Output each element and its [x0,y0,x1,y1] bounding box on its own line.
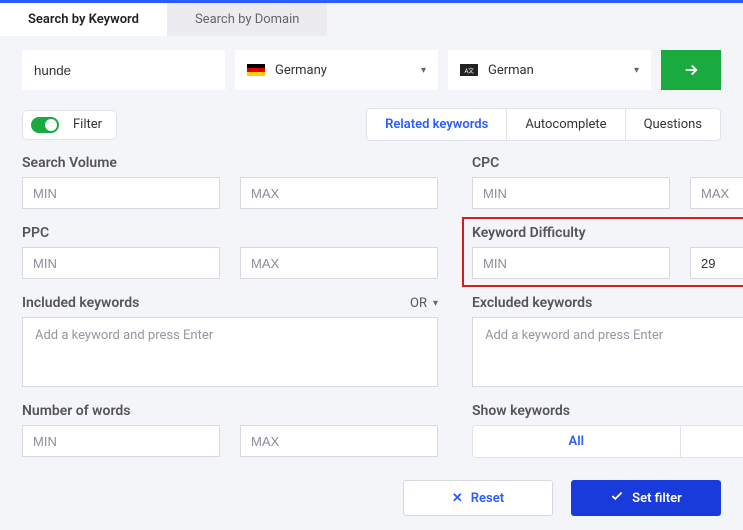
excluded-keywords-input[interactable]: Add a keyword and press Enter [472,317,743,387]
subtab-related[interactable]: Related keywords [367,109,506,140]
country-select-label: Germany [275,63,327,78]
tab-search-keyword[interactable]: Search by Keyword [0,3,167,36]
label-show-keywords: Show keywords [472,403,743,419]
language-select[interactable]: A文 German ▾ [448,50,651,90]
reset-button[interactable]: ✕ Reset [403,480,553,516]
label-excluded-keywords: Excluded keywords [472,295,592,311]
set-filter-button-label: Set filter [632,491,682,506]
set-filter-button[interactable]: Set filter [571,480,721,516]
chevron-down-icon: ▾ [421,65,426,76]
arrow-right-icon [682,61,700,79]
reset-button-label: Reset [471,491,504,506]
search-volume-max-input[interactable] [240,177,438,209]
search-input[interactable] [22,50,225,90]
filter-toggle[interactable] [31,117,59,133]
check-icon [610,489,624,507]
label-search-volume: Search Volume [22,155,438,171]
tab-search-domain[interactable]: Search by Domain [167,3,328,36]
search-button[interactable] [661,50,721,90]
filter-label: Filter [73,117,102,132]
search-volume-min-input[interactable] [22,177,220,209]
included-keywords-input[interactable]: Add a keyword and press Enter [22,317,438,387]
label-ppc: PPC [22,225,438,241]
subtab-autocomplete[interactable]: Autocomplete [506,109,624,140]
cpc-max-input[interactable] [690,177,743,209]
country-select[interactable]: Germany ▾ [235,50,438,90]
num-words-max-input[interactable] [240,425,438,457]
segment-all[interactable]: All [473,426,680,457]
segment-not-in-lists[interactable]: Not in lists [680,426,743,457]
label-included-keywords: Included keywords [22,295,139,311]
kd-min-input[interactable] [472,247,670,279]
label-cpc: CPC [472,155,743,171]
ppc-min-input[interactable] [22,247,220,279]
chevron-down-icon: ▾ [634,65,639,76]
flag-germany-icon [247,64,265,76]
language-icon: A文 [460,64,478,76]
kd-max-input[interactable] [690,247,743,279]
ppc-max-input[interactable] [240,247,438,279]
cpc-min-input[interactable] [472,177,670,209]
subtab-questions[interactable]: Questions [625,109,720,140]
num-words-min-input[interactable] [22,425,220,457]
close-icon: ✕ [452,491,463,506]
language-select-label: German [488,63,534,78]
label-number-of-words: Number of words [22,403,438,419]
chevron-down-icon: ▾ [433,298,438,309]
label-keyword-difficulty: Keyword Difficulty [472,225,743,241]
included-logic-select[interactable]: OR [410,296,427,311]
